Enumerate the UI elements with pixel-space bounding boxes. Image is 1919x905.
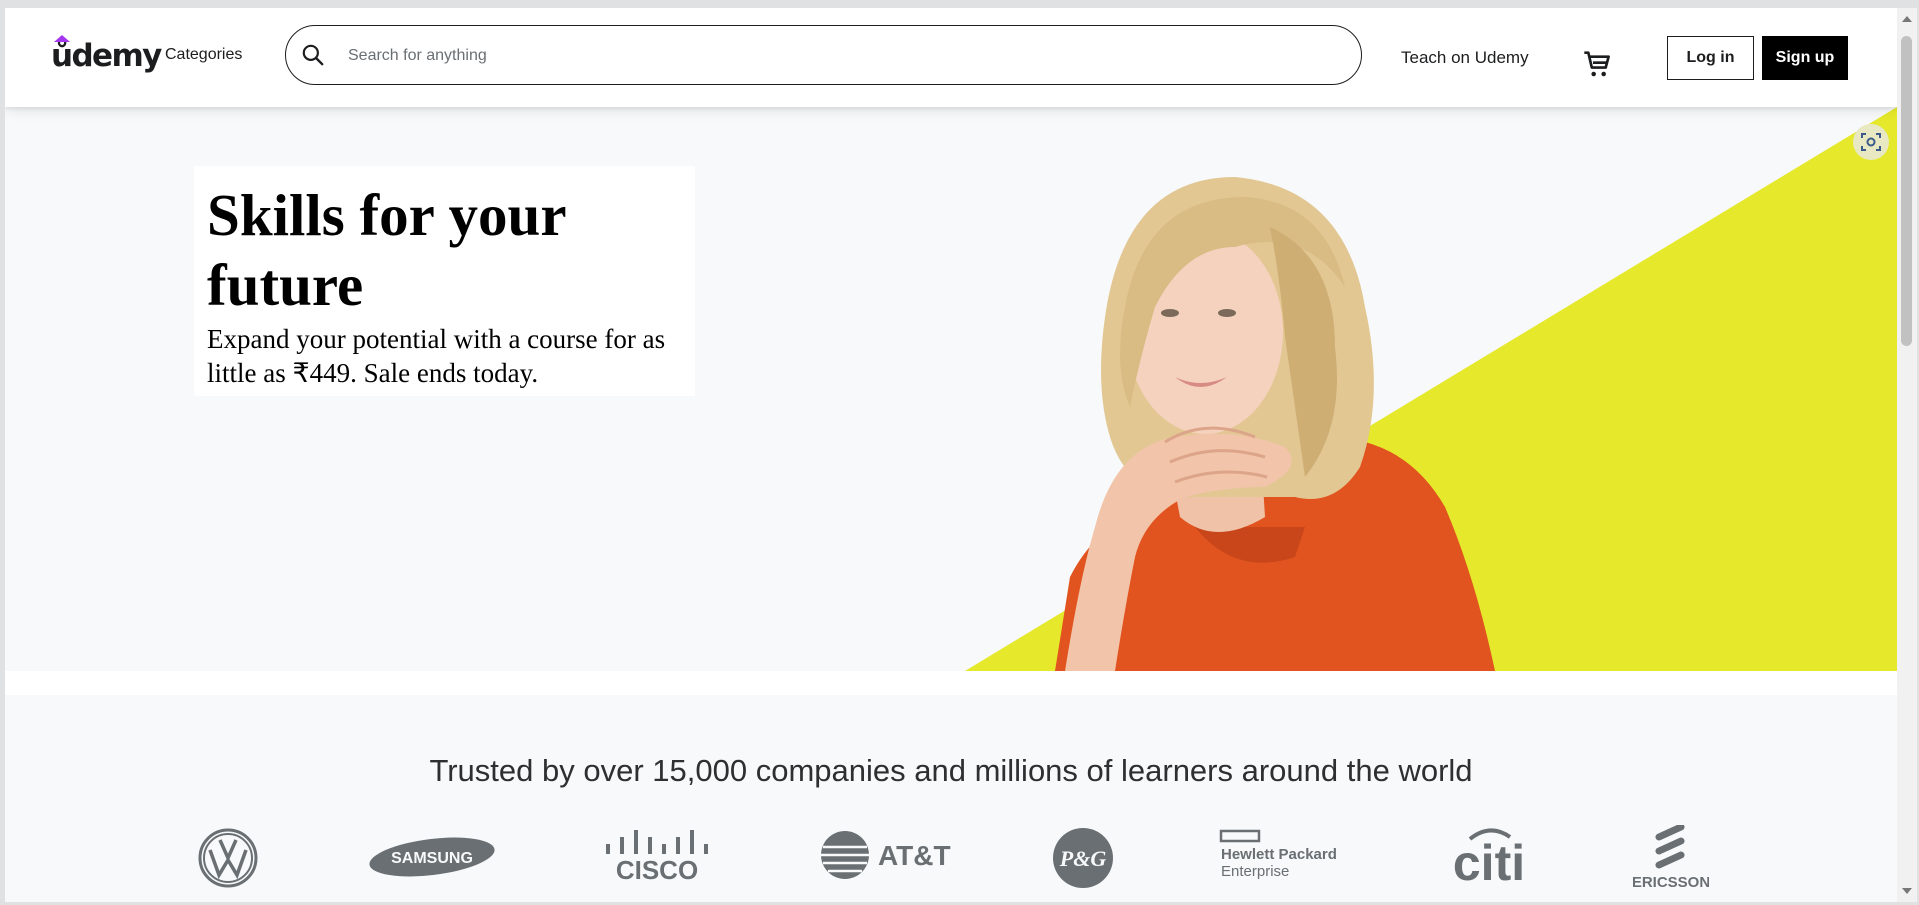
cisco-logo: CISCO [606,830,708,882]
udemy-logo[interactable]: ůdemy [51,35,162,76]
cisco-text: CISCO [616,855,698,882]
hero-text-card: Skills for your future Expand your poten… [194,166,695,396]
trusted-companies-section: Trusted by over 15,000 companies and mil… [5,695,1897,902]
logo-accent-icon [54,35,70,42]
scroll-down-arrow-icon[interactable] [1902,888,1912,894]
teach-on-udemy-link[interactable]: Teach on Udemy [1401,48,1529,68]
trusted-text: Trusted by over 15,000 companies and mil… [429,753,1473,788]
samsung-logo: SAMSUNG [369,837,495,877]
hero-title: Skills for your future [207,182,566,318]
logo-text: ůdemy [51,38,162,74]
hero-banner: Skills for your future Expand your poten… [5,107,1897,671]
att-logo: AT&T [821,831,951,879]
hpe-text-line1: Hewlett Packard [1221,846,1337,863]
site-header: ůdemy Categories Teach on Udemy Log in S… [5,8,1897,107]
section-divider [5,671,1897,695]
citi-logo: citi [1453,828,1525,883]
volkswagen-logo [198,828,258,888]
cart-icon[interactable] [1581,48,1613,80]
pg-logo: P&G [1053,828,1113,888]
hpe-logo: Hewlett Packard Enterprise [1219,829,1337,880]
categories-menu[interactable]: Categories [165,46,242,64]
search-icon[interactable] [300,42,326,68]
signup-button[interactable]: Sign up [1762,36,1848,80]
ericsson-text: ERICSSON [1633,874,1709,891]
login-button[interactable]: Log in [1667,36,1754,80]
scan-icon [1861,133,1881,151]
hero-subtitle: Expand your potential with a course for … [207,324,666,388]
search-input[interactable] [346,38,1330,74]
scroll-up-arrow-icon[interactable] [1902,16,1912,22]
scan-button[interactable] [1853,124,1889,160]
vertical-scrollbar[interactable] [1897,8,1917,902]
citi-text: citi [1453,835,1525,883]
pg-text: P&G [1059,846,1107,871]
browser-viewport: ůdemy Categories Teach on Udemy Log in S… [5,8,1897,902]
samsung-text: SAMSUNG [391,850,473,867]
att-text: AT&T [878,840,951,871]
search-bar[interactable] [285,25,1362,85]
hpe-text-line2: Enterprise [1221,863,1289,880]
ericsson-logo: ERICSSON [1633,825,1709,891]
scrollbar-thumb[interactable] [1901,36,1912,346]
